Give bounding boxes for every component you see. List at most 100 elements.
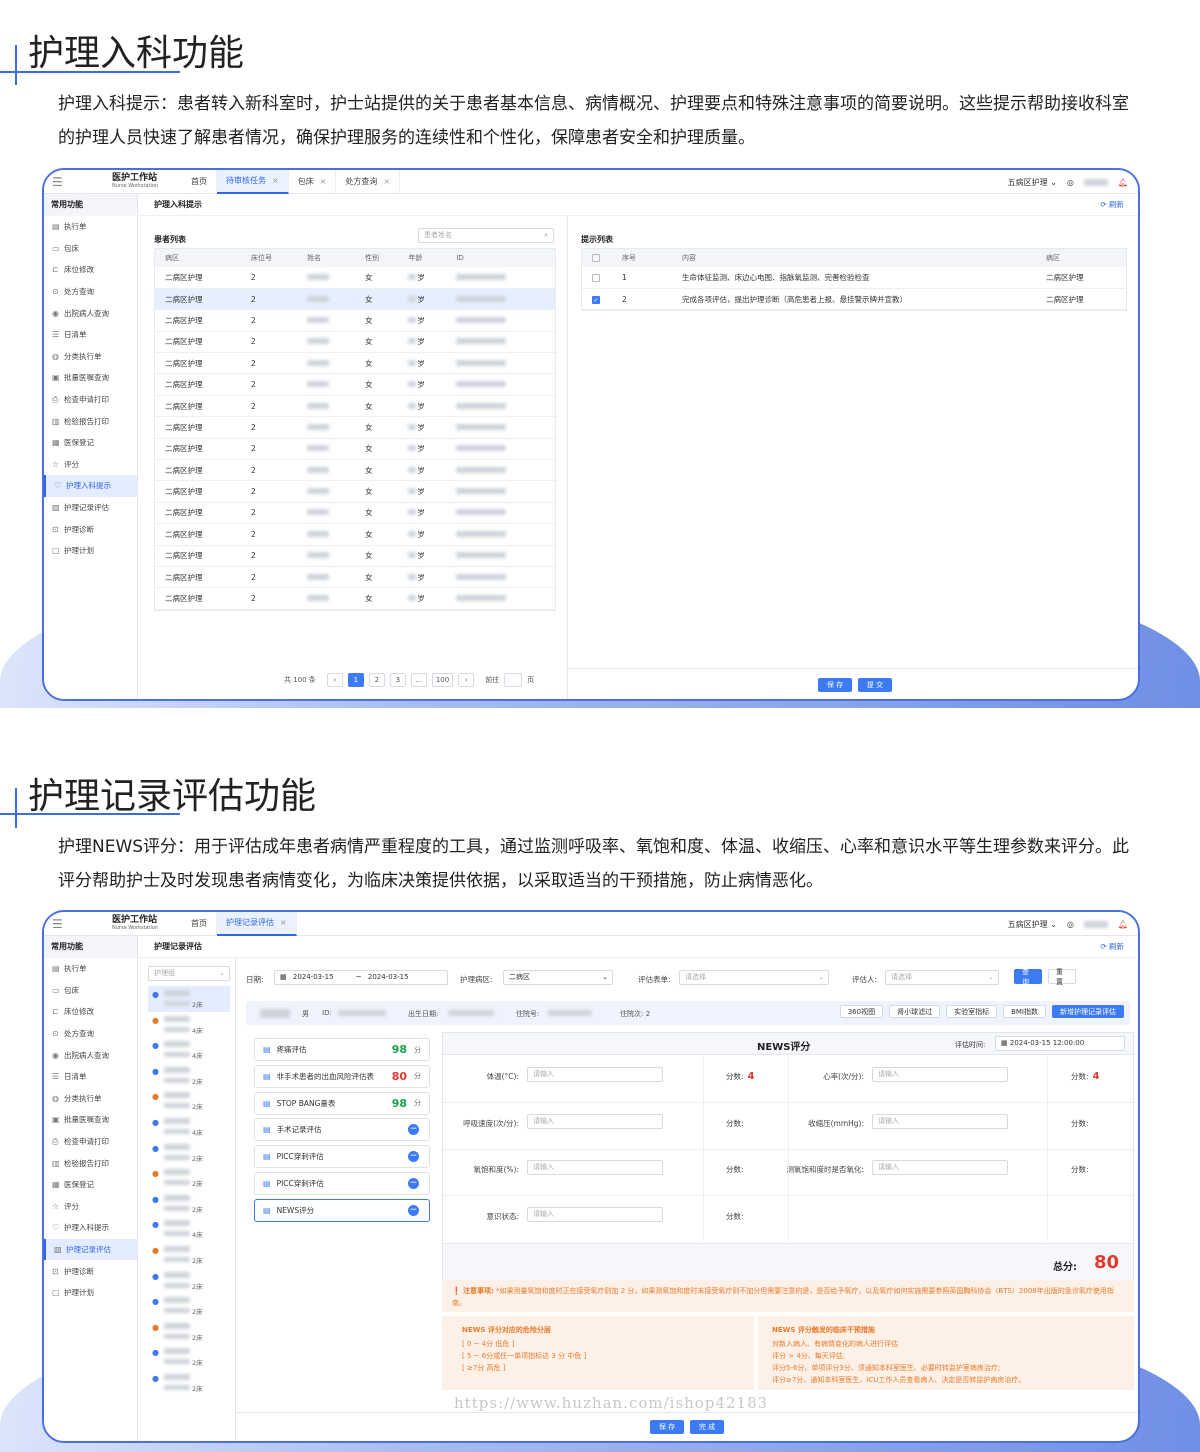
refresh-button[interactable]: ⟳ 刷新 [1100, 199, 1124, 210]
bed-list-item[interactable]: ● 2床 [148, 1242, 230, 1268]
tab-1[interactable]: 护理记录评估 × [217, 912, 297, 936]
sidebar-item-9[interactable]: ▥ 检验报告打印 [44, 410, 137, 432]
tab-0[interactable]: 首页 [182, 912, 217, 936]
patient-tool-button[interactable]: BMI指数 [1003, 1005, 1046, 1018]
field-input[interactable]: 请输入 [872, 1160, 1008, 1175]
assessment-item[interactable]: ▤ PICC穿刺评估 − [254, 1145, 430, 1169]
field-input[interactable]: 请输入 [872, 1067, 1008, 1082]
assessment-item[interactable]: ▤ 手术记录评估 − [254, 1118, 430, 1142]
table-row[interactable]: 二病区护理 2 女 岁 [155, 438, 555, 461]
page-button[interactable]: 100 [431, 673, 454, 687]
refresh-button[interactable]: ⟳ 刷新 [1100, 941, 1124, 952]
sidebar-item-8[interactable]: ⎙ 检查申请打印 [44, 1131, 137, 1153]
sidebar-item-1[interactable]: ▭ 包床 [44, 980, 137, 1002]
tab-2[interactable]: 包床 × [289, 170, 337, 194]
table-row[interactable]: 二病区护理 2 女 岁 [155, 352, 555, 375]
sidebar-item-4[interactable]: ◉ 出院病人查询 [44, 1044, 137, 1066]
sidebar-item-7[interactable]: ▣ 批量医嘱查询 [44, 367, 137, 389]
group-select[interactable]: 护理组 ⌄ [148, 966, 230, 981]
field-input[interactable]: 请输入 [527, 1067, 663, 1082]
cell-check[interactable] [582, 267, 612, 289]
table-row[interactable]: 二病区护理 2 女 岁 [155, 267, 555, 289]
remove-icon[interactable]: − [408, 1151, 419, 1163]
close-icon[interactable]: × [280, 918, 287, 927]
assessment-item[interactable]: ▤ PICC穿刺评估 − [254, 1172, 430, 1195]
bed-list-item[interactable]: ● 2床 [148, 1191, 230, 1217]
bed-list-item[interactable]: ● 2床 [148, 1268, 230, 1294]
table-row[interactable]: 二病区护理 2 女 岁 [155, 416, 555, 439]
sidebar-item-4[interactable]: ◉ 出院病人查询 [44, 302, 137, 324]
bell-icon[interactable]: 🔔︎ [1118, 920, 1128, 929]
sidebar-item-5[interactable]: ☰ 日清单 [44, 1066, 137, 1088]
sidebar-item-15[interactable]: ▢ 护理计划 [44, 540, 137, 562]
sidebar-item-10[interactable]: ▦ 医保登记 [44, 1174, 137, 1196]
sidebar-item-10[interactable]: ▦ 医保登记 [44, 432, 137, 454]
patient-tool-button[interactable]: 实验室指标 [946, 1005, 998, 1018]
checkbox[interactable]: ✓ [592, 295, 600, 304]
table-row[interactable]: 二病区护理 2 女 岁 [155, 502, 555, 525]
sidebar-item-12[interactable]: ♡ 护理入科提示 [44, 475, 137, 497]
sidebar-item-14[interactable]: ⊡ 护理诊断 [44, 518, 137, 540]
close-icon[interactable]: × [320, 177, 327, 186]
table-row[interactable]: 二病区护理 2 女 岁 [155, 331, 555, 354]
bed-list-item[interactable]: ● 2床 [148, 1293, 230, 1319]
finish-button[interactable]: 完 成 [690, 1420, 724, 1434]
assessment-item[interactable]: ▤ STOP BANG量表 98 分 [254, 1091, 430, 1115]
sidebar-item-2[interactable]: ⊏ 床位修改 [44, 259, 137, 281]
sidebar-item-15[interactable]: ▢ 护理计划 [44, 1282, 137, 1304]
query-button[interactable]: 查询 [1014, 968, 1042, 986]
menu-icon[interactable]: ☰ [52, 917, 66, 931]
close-icon[interactable]: × [383, 177, 390, 186]
checkbox[interactable] [592, 273, 600, 282]
sidebar-item-2[interactable]: ⊏ 床位修改 [44, 1001, 137, 1023]
date-range-input[interactable]: ▦ 2024-03-15 ~ 2024-03-15 [274, 970, 448, 985]
prev-page-button[interactable]: ‹ [326, 673, 343, 687]
sidebar-item-12[interactable]: ♡ 护理入科提示 [44, 1217, 137, 1239]
bed-list-item[interactable]: ● 2床 [148, 1344, 230, 1370]
sidebar-item-13[interactable]: ▧ 护理记录评估 [44, 1238, 137, 1261]
bed-list-item[interactable]: ● 4床 [148, 1037, 230, 1063]
sidebar-item-0[interactable]: ▤ 执行单 [44, 216, 137, 238]
table-row[interactable]: 二病区护理 2 女 岁 [155, 459, 555, 482]
goto-page-input[interactable] [504, 673, 523, 687]
bed-list-item[interactable]: ● 2床 [148, 1140, 230, 1166]
cell-check[interactable]: ✓ [582, 288, 612, 311]
sidebar-item-3[interactable]: ⊙ 处方查询 [44, 1023, 137, 1045]
table-row[interactable]: 二病区护理 2 女 岁 [155, 373, 555, 396]
sidebar-item-13[interactable]: ▧ 护理记录评估 [44, 497, 137, 519]
sidebar-item-6[interactable]: ◍ 分类执行单 [44, 1088, 137, 1110]
tab-0[interactable]: 首页 [182, 170, 217, 194]
form-select[interactable]: 请选择 ⌄ [679, 970, 829, 985]
sidebar-item-9[interactable]: ▥ 检验报告打印 [44, 1152, 137, 1174]
sidebar-item-8[interactable]: ⎙ 检查申请打印 [44, 389, 137, 411]
save-button[interactable]: 保 存 [818, 678, 852, 692]
sidebar-item-0[interactable]: ▤ 执行单 [44, 958, 137, 980]
submit-button[interactable]: 提 交 [858, 678, 892, 692]
next-page-button[interactable]: › [458, 673, 475, 687]
ward-select[interactable]: 五病区护理 ⌄ [1008, 919, 1057, 930]
assessment-item[interactable]: ▤ NEWS评分 − [254, 1198, 430, 1222]
assessment-item[interactable]: ▤ 非手术患者的出血风险评估表 80 分 [254, 1064, 430, 1088]
table-row[interactable]: 二病区护理 2 女 岁 [155, 395, 555, 418]
bed-list-item[interactable]: ● 2床 [148, 986, 230, 1012]
tab-3[interactable]: 处方查询 × [336, 170, 401, 194]
table-row[interactable]: 二病区护理 2 女 岁 [155, 480, 555, 503]
bed-list-item[interactable]: ● 4床 [148, 1216, 230, 1242]
bed-list-item[interactable]: ● 2床 [148, 1063, 230, 1089]
bed-list-item[interactable]: ● 4床 [148, 1012, 230, 1038]
assessment-item[interactable]: ▤ 疼痛评估 98 分 [254, 1038, 430, 1061]
add-assessment-button[interactable]: 新增护理记录评估 [1052, 1005, 1124, 1018]
bed-list-item[interactable]: ● 2床 [148, 1370, 230, 1396]
assess-time-input[interactable]: ▦ 2024-03-15 12:00:00 [995, 1036, 1125, 1051]
save-button[interactable]: 保 存 [650, 1420, 684, 1434]
field-input[interactable]: 请输入 [527, 1160, 663, 1175]
sidebar-item-3[interactable]: ⊙ 处方查询 [44, 281, 137, 303]
checkbox[interactable] [592, 254, 600, 262]
table-row[interactable]: 二病区护理 2 女 岁 [155, 309, 555, 332]
page-button[interactable]: 2 [368, 673, 385, 687]
bed-list-item[interactable]: ● 4床 [148, 1114, 230, 1140]
select-all-header[interactable] [582, 249, 612, 267]
page-button[interactable]: 1 [347, 673, 364, 687]
patient-tool-button[interactable]: 肾小球滤过 [889, 1005, 941, 1018]
sidebar-item-1[interactable]: ▭ 包床 [44, 238, 137, 260]
